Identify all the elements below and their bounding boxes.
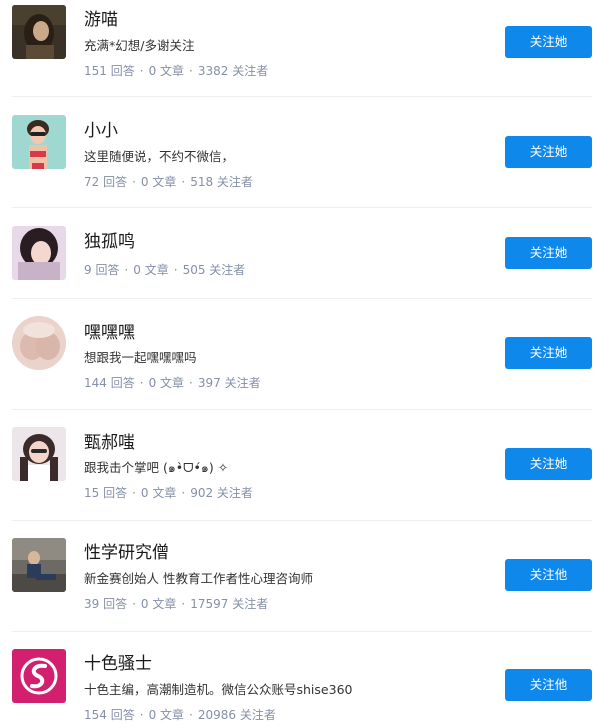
avatar[interactable]	[12, 5, 66, 59]
user-list: 游喵 充满*幻想/多谢关注 151 回答 · 0 文章 · 3382 关注者 关注她 小…	[0, 0, 600, 727]
user-name[interactable]: 游喵	[84, 10, 118, 30]
list-item: 独孤鸣 9 回答 · 0 文章 · 505 关注者 关注她	[0, 208, 600, 299]
user-stats: 151 回答 · 0 文章 · 3382 关注者	[84, 63, 268, 79]
avatar[interactable]	[12, 115, 66, 169]
separator: ·	[139, 64, 144, 78]
answer-count[interactable]: 39 回答	[84, 597, 127, 611]
follow-button[interactable]: 关注她	[505, 136, 592, 168]
avatar[interactable]	[12, 538, 66, 592]
list-item: 游喵 充满*幻想/多谢关注 151 回答 · 0 文章 · 3382 关注者 关注她	[0, 0, 600, 97]
user-stats: 72 回答 · 0 文章 · 518 关注者	[84, 174, 253, 190]
list-item: 小小 这里随便说，不约不微信， 72 回答 · 0 文章 · 518 关注者 关注她	[0, 97, 600, 208]
separator: ·	[181, 175, 186, 189]
list-item: 十色骚士 十色主编，高潮制造机。微信公众账号shise360 154 回答 · 0 …	[0, 632, 600, 727]
user-bio: 充满*幻想/多谢关注	[84, 38, 195, 53]
avatar[interactable]	[12, 226, 66, 280]
user-bio: 新金赛创始人 性教育工作者性心理咨询师	[84, 571, 313, 586]
separator: ·	[189, 708, 193, 722]
list-item: 性学研究僧 新金赛创始人 性教育工作者性心理咨询师 39 回答 · 0 文章 · 175…	[0, 521, 600, 632]
follow-button[interactable]: 关注他	[505, 559, 592, 591]
follow-button[interactable]: 关注她	[505, 337, 592, 369]
user-name[interactable]: 甄郝嗤	[84, 433, 135, 453]
separator: ·	[173, 263, 178, 277]
separator: ·	[139, 708, 144, 722]
follow-button[interactable]: 关注她	[505, 448, 592, 480]
avatar[interactable]	[12, 316, 66, 370]
answer-count[interactable]: 9 回答	[84, 263, 119, 277]
article-count[interactable]: 0 文章	[141, 486, 176, 500]
article-count[interactable]: 0 文章	[149, 708, 184, 722]
user-stats: 15 回答 · 0 文章 · 902 关注者	[84, 485, 253, 501]
answer-count[interactable]: 72 回答	[84, 175, 127, 189]
user-name[interactable]: 性学研究僧	[84, 543, 169, 563]
article-count[interactable]: 0 文章	[149, 64, 184, 78]
user-bio: 这里随便说，不约不微信，	[84, 149, 235, 164]
article-count[interactable]: 0 文章	[141, 175, 176, 189]
user-bio: 十色主编，高潮制造机。微信公众账号shise360	[84, 682, 353, 697]
user-stats: 144 回答 · 0 文章 · 397 关注者	[84, 375, 261, 391]
list-item: 嘿嘿嘿 想跟我一起嘿嘿嘿吗 144 回答 · 0 文章 · 397 关注者 关注她	[0, 299, 600, 410]
separator: ·	[132, 175, 136, 189]
follow-button[interactable]: 关注他	[505, 669, 592, 701]
follower-count[interactable]: 20986 关注者	[198, 708, 276, 722]
user-name[interactable]: 嘿嘿嘿	[84, 323, 135, 343]
answer-count[interactable]: 151 回答	[84, 64, 135, 78]
separator: ·	[124, 263, 129, 277]
user-bio: 想跟我一起嘿嘿嘿吗	[84, 350, 197, 365]
follower-count[interactable]: 518 关注者	[190, 175, 253, 189]
follower-count[interactable]: 902 关注者	[190, 486, 253, 500]
separator: ·	[181, 597, 186, 611]
follower-count[interactable]: 17597 关注者	[190, 597, 268, 611]
user-stats: 154 回答 · 0 文章 · 20986 关注者	[84, 707, 276, 723]
separator: ·	[132, 597, 136, 611]
follow-button[interactable]: 关注她	[505, 26, 592, 58]
article-count[interactable]: 0 文章	[149, 376, 184, 390]
avatar[interactable]	[12, 649, 66, 703]
user-name[interactable]: 独孤鸣	[84, 232, 135, 252]
answer-count[interactable]: 144 回答	[84, 376, 135, 390]
separator: ·	[139, 376, 144, 390]
article-count[interactable]: 0 文章	[141, 597, 176, 611]
follow-button[interactable]: 关注她	[505, 237, 592, 269]
article-count[interactable]: 0 文章	[133, 263, 168, 277]
follower-count[interactable]: 397 关注者	[198, 376, 261, 390]
list-item: 甄郝嗤 跟我击个掌吧 (๑•̀ᗜ•́๑) ✧ 15 回答 · 0 文章 · 902 关注…	[0, 410, 600, 521]
follower-count[interactable]: 505 关注者	[183, 263, 246, 277]
follower-count[interactable]: 3382 关注者	[198, 64, 268, 78]
user-stats: 39 回答 · 0 文章 · 17597 关注者	[84, 596, 268, 612]
user-bio: 跟我击个掌吧 (๑•̀ᗜ•́๑) ✧	[84, 460, 229, 475]
user-stats: 9 回答 · 0 文章 · 505 关注者	[84, 262, 245, 278]
separator: ·	[132, 486, 136, 500]
separator: ·	[189, 64, 193, 78]
user-name[interactable]: 小小	[84, 121, 118, 141]
answer-count[interactable]: 154 回答	[84, 708, 135, 722]
user-name[interactable]: 十色骚士	[84, 654, 152, 674]
separator: ·	[189, 376, 193, 390]
avatar[interactable]	[12, 427, 66, 481]
separator: ·	[181, 486, 186, 500]
answer-count[interactable]: 15 回答	[84, 486, 127, 500]
